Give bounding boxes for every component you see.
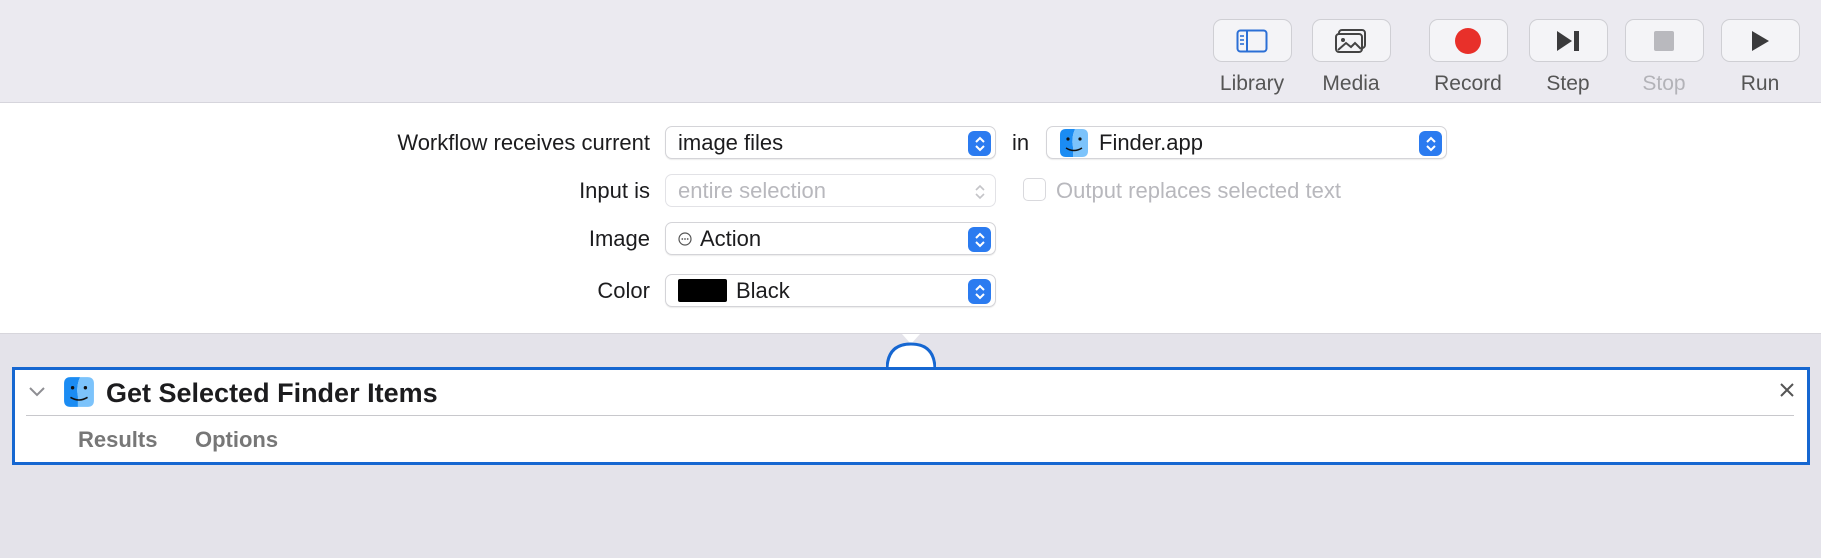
- input-is-value: entire selection: [678, 177, 826, 203]
- step-button[interactable]: Step: [1528, 19, 1608, 96]
- record-button[interactable]: Record: [1428, 19, 1508, 96]
- popup-arrows-icon: [968, 279, 991, 304]
- stop-icon: [1654, 30, 1674, 51]
- image-popup[interactable]: Action: [665, 222, 996, 255]
- action-glyph-icon: [678, 231, 692, 246]
- popup-arrows-icon: [1419, 131, 1442, 156]
- finder-icon: [1060, 128, 1088, 157]
- stop-label: Stop: [1642, 72, 1686, 95]
- workflow-connector: [886, 334, 936, 370]
- output-replaces-label: Output replaces selected text: [1056, 178, 1341, 203]
- library-button-frame[interactable]: [1212, 19, 1292, 62]
- step-label: Step: [1546, 72, 1590, 95]
- popup-arrows-icon: [968, 131, 991, 156]
- media-button[interactable]: Media: [1311, 19, 1391, 96]
- record-label: Record: [1434, 72, 1502, 95]
- finder-icon: [64, 377, 94, 407]
- run-button[interactable]: Run: [1720, 19, 1800, 96]
- run-icon: [1752, 30, 1769, 51]
- action-title: Get Selected Finder Items: [106, 378, 438, 408]
- toolbar: Library Media Record Step Stop Run: [0, 0, 1821, 103]
- image-label: Image: [588, 226, 650, 251]
- color-swatch: [678, 279, 727, 302]
- step-button-frame[interactable]: [1528, 19, 1608, 62]
- app-value: Finder.app: [1099, 129, 1203, 155]
- step-icon: [1557, 30, 1579, 51]
- close-icon[interactable]: [1779, 382, 1795, 398]
- color-value: Black: [736, 277, 790, 303]
- record-button-frame[interactable]: [1428, 19, 1508, 62]
- stop-button[interactable]: Stop: [1624, 19, 1704, 96]
- run-button-frame[interactable]: [1720, 19, 1800, 62]
- action-get-selected-finder-items[interactable]: Get Selected Finder Items Results Option…: [12, 367, 1810, 465]
- tab-options[interactable]: Options: [195, 427, 278, 453]
- color-label: Color: [597, 278, 650, 303]
- collapse-chevron-icon[interactable]: [28, 386, 46, 398]
- library-label: Library: [1219, 72, 1285, 95]
- tab-results[interactable]: Results: [78, 427, 157, 453]
- popup-arrows-icon: [968, 227, 991, 252]
- in-label: in: [1012, 130, 1030, 155]
- workflow-config-panel: Workflow receives current image files in…: [0, 103, 1821, 334]
- record-icon: [1455, 27, 1481, 54]
- action-divider: [26, 415, 1794, 416]
- image-value: Action: [700, 225, 762, 251]
- popup-arrows-icon: [968, 179, 991, 204]
- receives-type-value: image files: [678, 129, 784, 155]
- media-button-frame[interactable]: [1311, 19, 1391, 62]
- receives-type-popup[interactable]: image files: [665, 126, 996, 159]
- library-button[interactable]: Library: [1212, 19, 1292, 96]
- input-is-popup: entire selection: [665, 174, 996, 207]
- library-icon: [1236, 29, 1268, 52]
- output-replaces-checkbox[interactable]: [1023, 178, 1046, 201]
- run-label: Run: [1740, 72, 1780, 95]
- input-is-label: Input is: [579, 178, 650, 203]
- color-popup[interactable]: Black: [665, 274, 996, 307]
- media-label: Media: [1322, 72, 1380, 95]
- app-popup[interactable]: Finder.app: [1046, 126, 1447, 159]
- media-icon: [1335, 28, 1366, 53]
- receives-label: Workflow receives current: [397, 130, 650, 155]
- stop-button-frame[interactable]: [1624, 19, 1704, 62]
